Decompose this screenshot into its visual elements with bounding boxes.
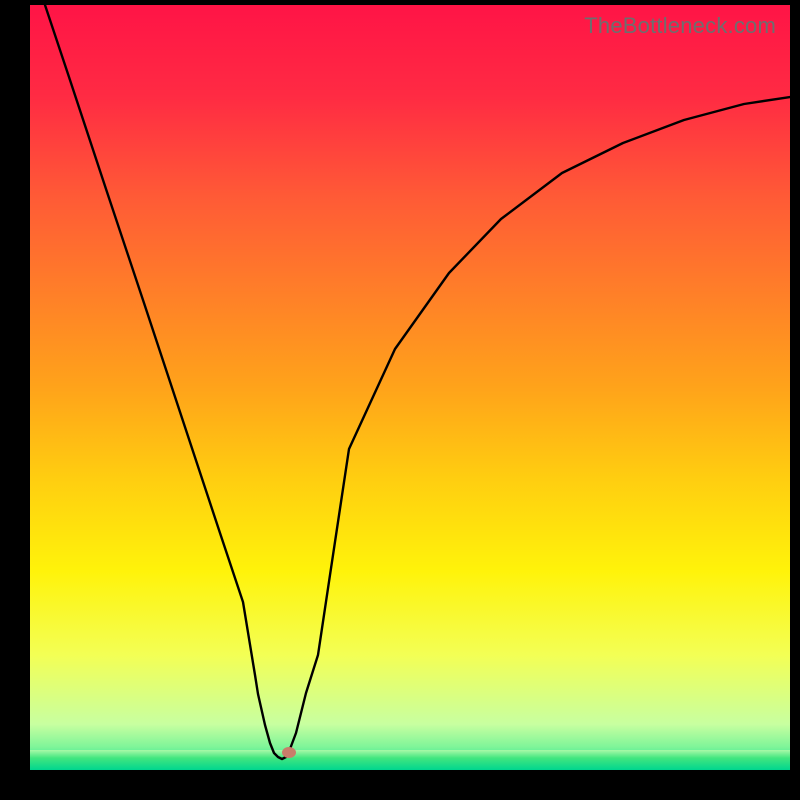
chart-area: TheBottleneck.com [30, 5, 790, 770]
optimal-point-marker [282, 747, 296, 758]
watermark: TheBottleneck.com [584, 13, 776, 39]
bottleneck-curve [30, 5, 790, 770]
